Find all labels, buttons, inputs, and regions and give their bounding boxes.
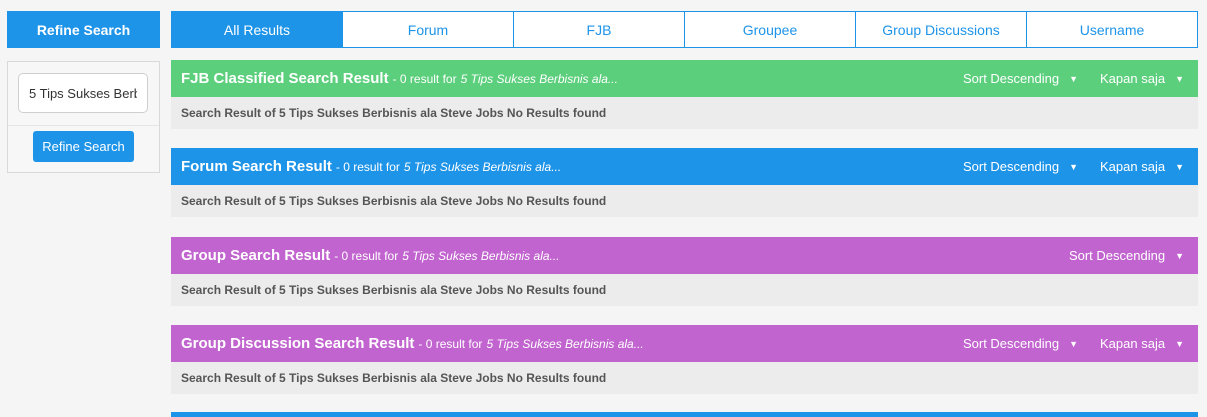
section-controls: Sort Descending ▼ Kapan saja ▼ bbox=[941, 148, 1184, 185]
caret-down-icon: ▼ bbox=[1069, 73, 1079, 84]
time-filter-label: Kapan saja bbox=[1100, 336, 1166, 351]
sort-label: Sort Descending bbox=[962, 336, 1060, 351]
sort-label: Sort Descending bbox=[1068, 248, 1166, 263]
query-text: 5 Tips Sukses Berbisnis ala... bbox=[486, 336, 644, 351]
time-filter-label: Kapan saja bbox=[1100, 159, 1166, 174]
query-text: 5 Tips Sukses Berbisnis ala... bbox=[460, 71, 618, 86]
tab-groupee[interactable]: Groupee bbox=[684, 12, 855, 47]
search-input-wrapper bbox=[18, 73, 148, 113]
caret-down-icon: ▼ bbox=[1069, 338, 1079, 349]
tab-fjb[interactable]: FJB bbox=[513, 12, 684, 47]
result-count: - 0 result for bbox=[418, 336, 483, 351]
tab-group-discussions[interactable]: Group Discussions bbox=[855, 12, 1026, 47]
section-title: Forum Search Result bbox=[181, 158, 332, 175]
refine-search-box: Refine Search bbox=[7, 61, 160, 173]
tab-username[interactable]: Username bbox=[1026, 12, 1197, 47]
group-section: Group Search Result - 0 result for 5 Tip… bbox=[171, 237, 1198, 306]
section-body: Search Result of 5 Tips Sukses Berbisnis… bbox=[171, 274, 1198, 306]
divider bbox=[8, 125, 159, 126]
result-tabs: All Results Forum FJB Groupee Group Disc… bbox=[171, 11, 1198, 48]
section-body: Search Result of 5 Tips Sukses Berbisnis… bbox=[171, 185, 1198, 217]
forum-section: Forum Search Result - 0 result for 5 Tip… bbox=[171, 148, 1198, 217]
search-input[interactable] bbox=[19, 74, 147, 112]
section-body: Search Result of 5 Tips Sukses Berbisnis… bbox=[171, 97, 1198, 129]
result-count: - 0 result for bbox=[392, 71, 457, 86]
sort-dropdown[interactable]: Sort Descending ▼ bbox=[963, 71, 1078, 86]
query-text: 5 Tips Sukses Berbisnis ala... bbox=[402, 248, 560, 263]
caret-down-icon: ▼ bbox=[1175, 73, 1184, 84]
caret-down-icon: ▼ bbox=[1069, 161, 1079, 172]
fjb-classified-section: FJB Classified Search Result - 0 result … bbox=[171, 60, 1198, 129]
query-text: 5 Tips Sukses Berbisnis ala... bbox=[403, 159, 562, 174]
section-controls: Sort Descending ▼ Kapan saja ▼ bbox=[941, 60, 1184, 97]
sort-dropdown[interactable]: Sort Descending ▼ bbox=[1069, 248, 1184, 263]
time-filter-dropdown[interactable]: Kapan saja ▼ bbox=[1100, 159, 1184, 174]
sort-dropdown[interactable]: Sort Descending ▼ bbox=[963, 159, 1078, 174]
section-header: Forum Search Result - 0 result for 5 Tip… bbox=[171, 148, 1198, 185]
caret-down-icon: ▼ bbox=[1175, 338, 1184, 349]
section-title: FJB Classified Search Result bbox=[181, 70, 389, 87]
tab-forum[interactable]: Forum bbox=[342, 12, 513, 47]
result-count: - 0 result for bbox=[335, 159, 400, 174]
sort-label: Sort Descending bbox=[962, 71, 1060, 86]
sort-label: Sort Descending bbox=[962, 159, 1060, 174]
result-count: - 0 result for bbox=[334, 248, 399, 263]
section-title: Group Search Result bbox=[181, 247, 331, 264]
time-filter-dropdown[interactable]: Kapan saja ▼ bbox=[1100, 71, 1184, 86]
sort-dropdown[interactable]: Sort Descending ▼ bbox=[963, 336, 1078, 351]
section-title: Group Discussion Search Result bbox=[181, 335, 415, 352]
caret-down-icon: ▼ bbox=[1175, 250, 1184, 261]
refine-search-header: Refine Search bbox=[7, 11, 160, 48]
next-section-header-partial bbox=[171, 412, 1198, 417]
tab-all-results[interactable]: All Results bbox=[172, 12, 342, 47]
refine-search-button[interactable]: Refine Search bbox=[33, 131, 134, 162]
group-discussion-section: Group Discussion Search Result - 0 resul… bbox=[171, 325, 1198, 394]
section-controls: Sort Descending ▼ Kapan saja ▼ bbox=[941, 325, 1184, 362]
section-header: Group Discussion Search Result - 0 resul… bbox=[171, 325, 1198, 362]
section-header: Group Search Result - 0 result for 5 Tip… bbox=[171, 237, 1198, 274]
refine-sidebar: Refine Search Refine Search bbox=[7, 11, 160, 173]
time-filter-label: Kapan saja bbox=[1100, 71, 1166, 86]
caret-down-icon: ▼ bbox=[1175, 161, 1184, 172]
time-filter-dropdown[interactable]: Kapan saja ▼ bbox=[1100, 336, 1184, 351]
section-header: FJB Classified Search Result - 0 result … bbox=[171, 60, 1198, 97]
section-controls: Sort Descending ▼ bbox=[1047, 237, 1184, 274]
section-body: Search Result of 5 Tips Sukses Berbisnis… bbox=[171, 362, 1198, 394]
